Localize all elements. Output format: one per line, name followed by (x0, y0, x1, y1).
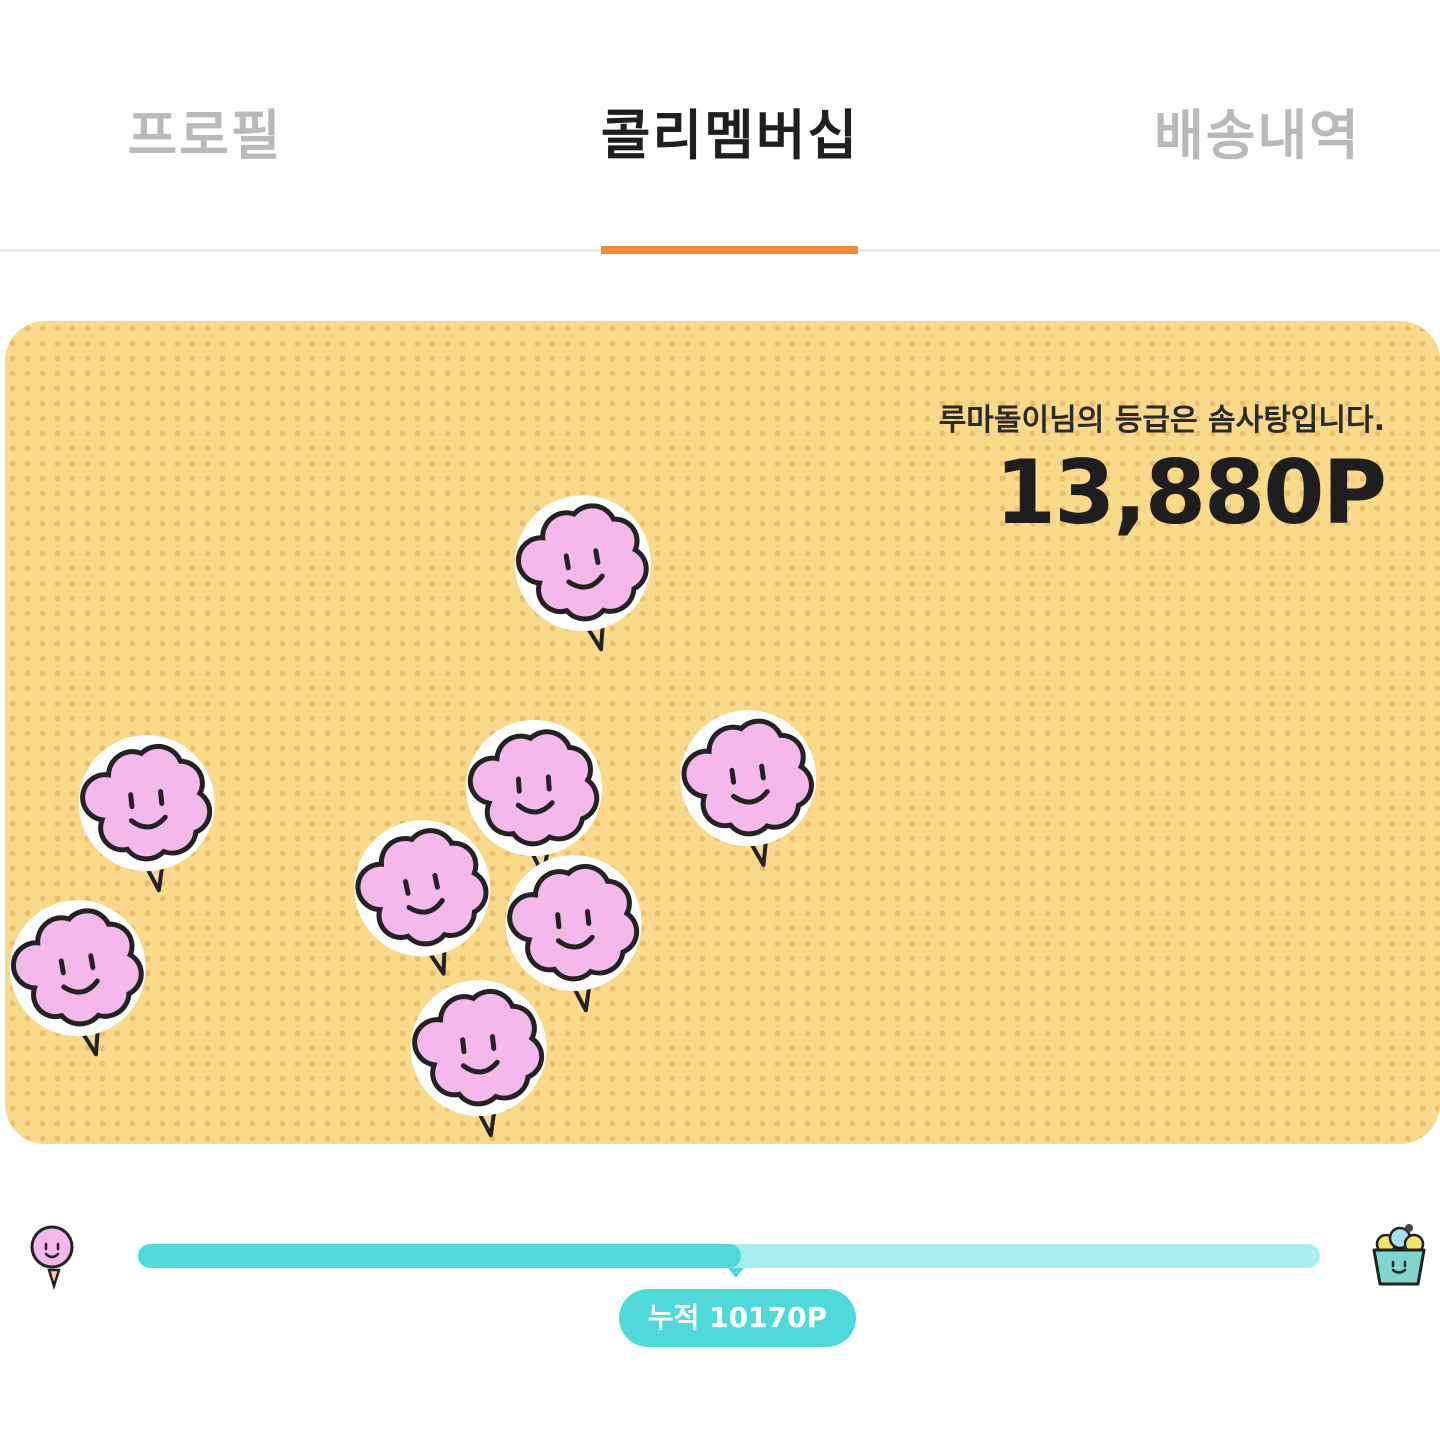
tab-bar: 프로필 콜리멤버십 배송내역 (0, 0, 1440, 254)
tab-profile[interactable]: 프로필 (100, 96, 310, 176)
progress-track (138, 1244, 1320, 1268)
progress-fill (138, 1244, 741, 1268)
cotton-candy-icon (514, 495, 651, 652)
popcorn-cup-icon (1372, 1224, 1426, 1286)
cotton-candy-icon (680, 710, 817, 867)
membership-card: 루마돌이님의 등급은 솜사탕입니다. 13,880P (5, 321, 1440, 1144)
cotton-candy-icon (78, 735, 215, 893)
cotton-candy-icon (410, 980, 547, 1138)
cotton-candy-icon (30, 1225, 74, 1290)
accumulated-points-badge: 누적 10170P (619, 1289, 856, 1347)
active-tab-indicator (601, 246, 858, 254)
points-balance: 13,880P (994, 441, 1387, 544)
tab-delivery-history[interactable]: 배송내역 (1130, 96, 1385, 176)
tab-membership[interactable]: 콜리멤버십 (590, 96, 870, 176)
progress-pointer (728, 1268, 744, 1278)
cotton-candy-icon (9, 900, 146, 1057)
grade-progress: 누적 10170P (0, 1190, 1440, 1390)
grade-message: 루마돌이님의 등급은 솜사탕입니다. (938, 403, 1385, 438)
